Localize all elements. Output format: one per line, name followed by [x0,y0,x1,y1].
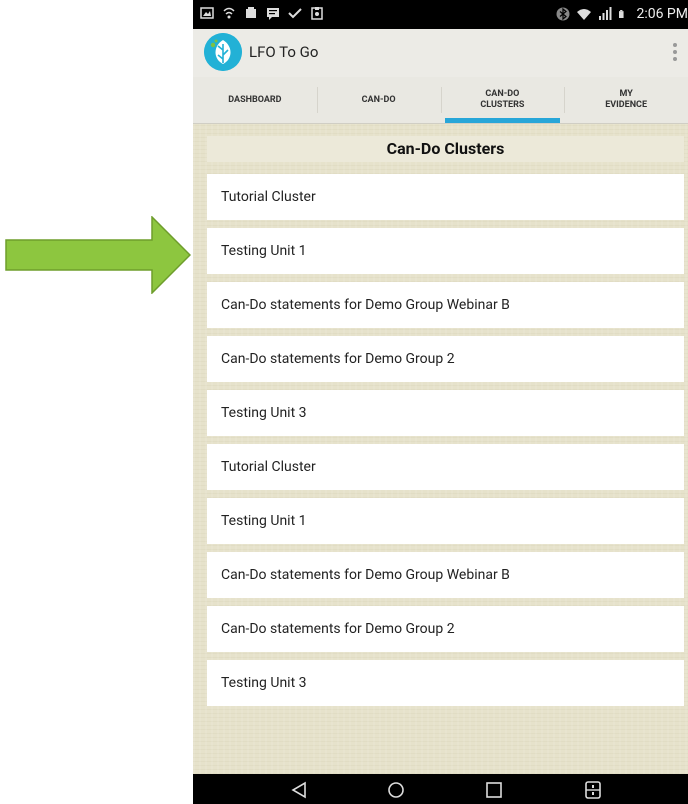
list-item[interactable]: Testing Unit 1 [207,228,684,274]
notification-icon [246,7,256,18]
list-item[interactable]: Tutorial Cluster [207,444,684,490]
annotation-arrow [5,216,191,294]
battery-icon [619,10,625,18]
app-logo[interactable] [204,33,242,71]
tab-label: MY EVIDENCE [605,89,648,110]
tab-dashboard[interactable]: DASHBOARD [193,77,317,123]
phone-screen: 2:06 PM LFO To Go DASHBOARD CAN-DO CAN-D… [193,0,688,804]
bluetooth-icon [556,7,570,21]
overflow-menu-icon[interactable] [670,41,680,63]
tab-label: CAN-DO [361,94,396,105]
tab-can-do-clusters[interactable]: CAN-DO CLUSTERS [440,77,565,123]
tab-bar: DASHBOARD CAN-DO CAN-DO CLUSTERS MY EVID… [193,77,688,124]
list-item[interactable]: Can-Do statements for Demo Group Webinar… [207,552,684,598]
clipboard-icon [311,7,323,20]
wifi-calling-icon [223,7,235,19]
multi-window-icon[interactable] [584,781,602,799]
list-item[interactable]: Can-Do statements for Demo Group 2 [207,336,684,382]
app-title: LFO To Go [249,43,319,61]
list-item[interactable]: Can-Do statements for Demo Group Webinar… [207,282,684,328]
list-item[interactable]: Can-Do statements for Demo Group 2 [207,606,684,652]
recent-apps-icon[interactable] [485,781,503,799]
check-icon [288,8,302,19]
cluster-list: Tutorial Cluster Testing Unit 1 Can-Do s… [207,174,684,714]
list-item[interactable]: Testing Unit 3 [207,660,684,706]
message-icon [267,8,279,20]
image-icon [200,7,214,19]
home-icon[interactable] [387,781,405,799]
tab-label: CAN-DO CLUSTERS [480,89,525,110]
back-icon[interactable] [290,781,308,799]
list-item[interactable]: Testing Unit 3 [207,390,684,436]
signal-icon [599,7,612,20]
tab-label: DASHBOARD [228,94,282,105]
tab-can-do[interactable]: CAN-DO [316,77,441,123]
status-time: 2:06 PM [636,6,688,22]
page-title: Can-Do Clusters [207,136,684,162]
action-bar: LFO To Go [193,29,688,77]
wifi-icon [577,9,592,20]
status-bar: 2:06 PM [193,0,688,29]
list-item[interactable]: Tutorial Cluster [207,174,684,220]
system-nav-bar [193,774,688,804]
tab-my-evidence[interactable]: MY EVIDENCE [564,77,688,123]
list-item[interactable]: Testing Unit 1 [207,498,684,544]
